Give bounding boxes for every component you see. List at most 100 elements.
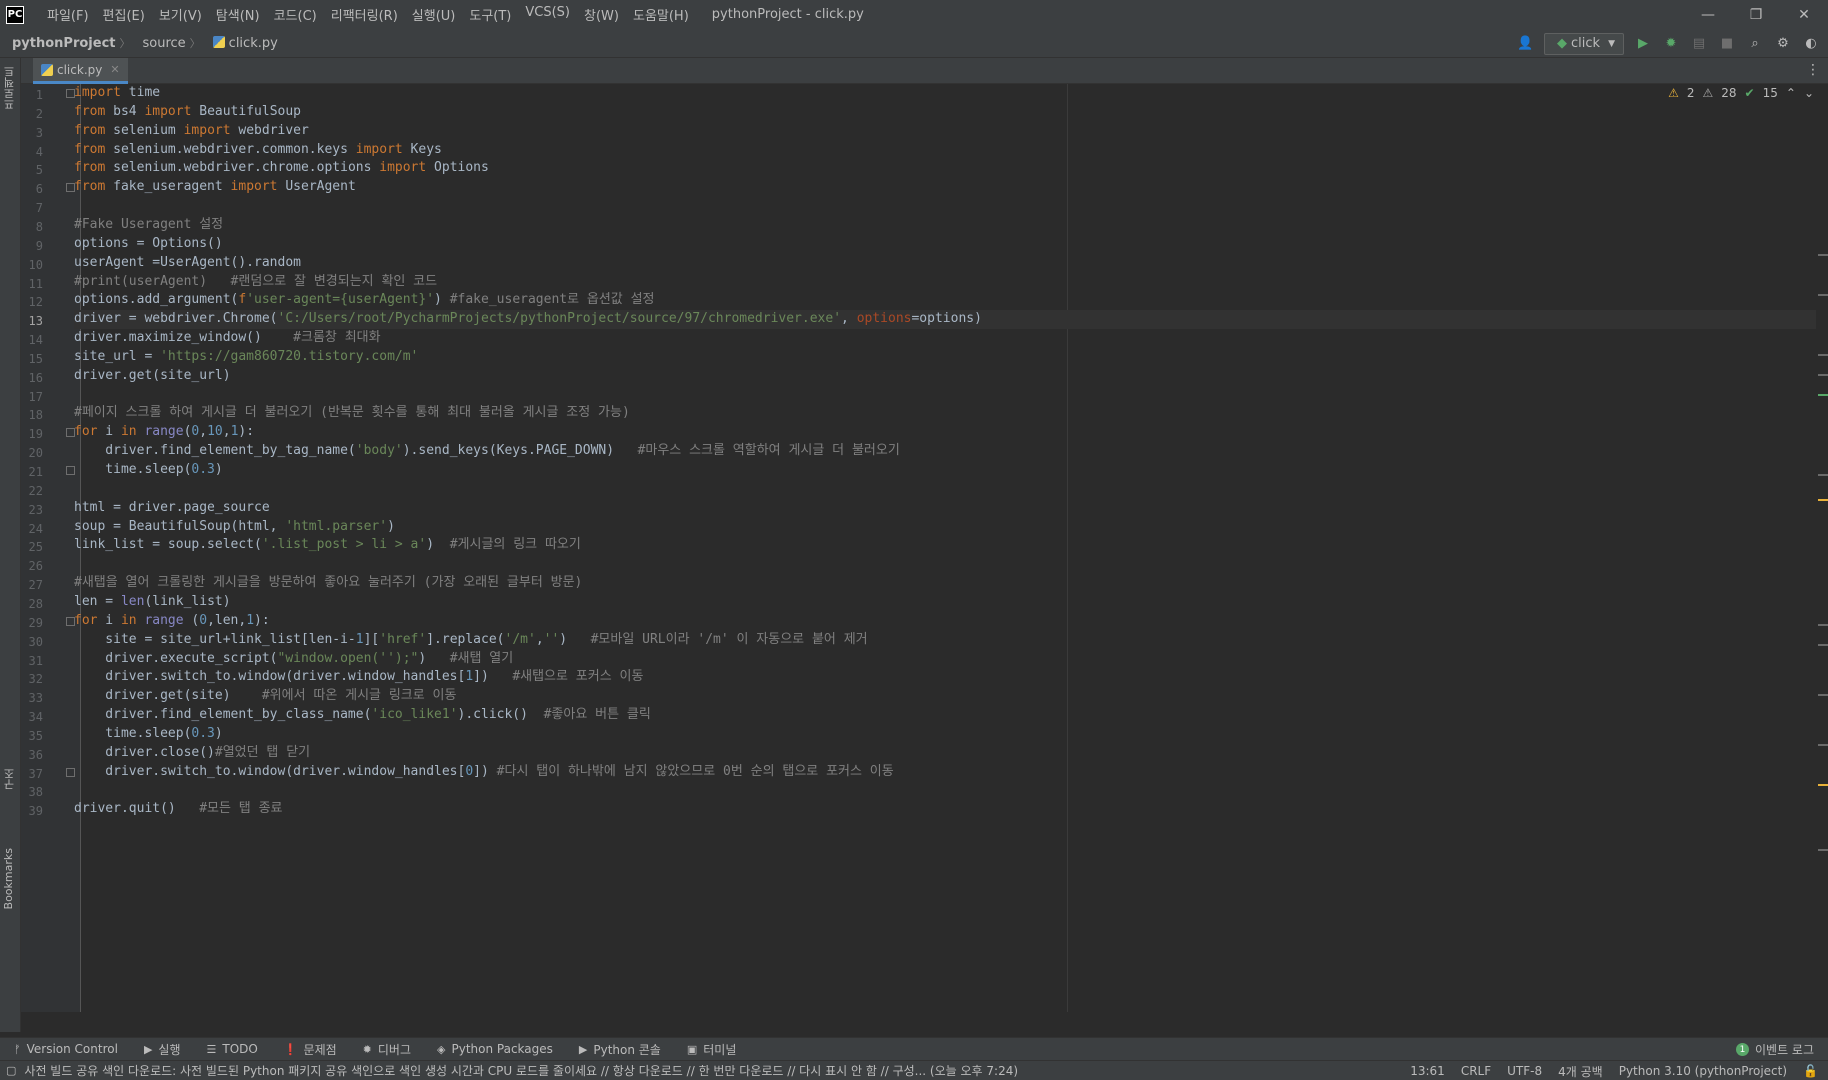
panel-toggle-icon[interactable]: ▢ (6, 1064, 16, 1077)
line-separator[interactable]: CRLF (1461, 1064, 1491, 1078)
code-line[interactable]: soup = BeautifulSoup(html, 'html.parser'… (74, 518, 1816, 537)
gear-icon[interactable]: ⚙ (1774, 35, 1792, 53)
coverage-icon[interactable]: ▤ (1690, 35, 1708, 53)
code-line[interactable] (74, 197, 1816, 216)
code-line[interactable]: from selenium.webdriver.common.keys impo… (74, 141, 1816, 160)
code-line[interactable]: for i in range (0,len,1): (74, 612, 1816, 631)
code-line[interactable]: driver.get(site) #위에서 따온 게시글 링크로 이동 (74, 687, 1816, 706)
run-icon[interactable]: ▶ (1634, 35, 1652, 53)
stripe-mark[interactable] (1818, 474, 1828, 476)
code-line[interactable]: options = Options() (74, 235, 1816, 254)
breadcrumb-folder[interactable]: source (131, 36, 186, 51)
stop-icon[interactable]: ■ (1718, 35, 1736, 53)
menu-file[interactable]: 파일(F) (40, 5, 96, 24)
status-message[interactable]: 사전 빌드 공유 색인 다운로드: 사전 빌드된 Python 패키지 공유 색… (24, 1062, 1424, 1079)
menu-refactor[interactable]: 리팩터링(R) (324, 5, 405, 24)
code-line[interactable] (74, 480, 1816, 499)
user-icon[interactable]: 👤 (1516, 35, 1534, 53)
debug-icon[interactable]: ✹ (1662, 35, 1680, 53)
code-line[interactable]: driver.switch_to.window(driver.window_ha… (74, 763, 1816, 782)
code-line[interactable] (74, 555, 1816, 574)
stripe-mark[interactable] (1818, 354, 1828, 356)
menu-run[interactable]: 실행(U) (405, 5, 463, 24)
code-line[interactable]: userAgent =UserAgent().random (74, 254, 1816, 273)
code-line[interactable]: driver = webdriver.Chrome('C:/Users/root… (74, 310, 1816, 330)
search-icon[interactable]: ⌕ (1746, 35, 1764, 53)
tool-python-console[interactable]: ▶ Python 콘솔 (565, 1041, 673, 1058)
code-line[interactable]: from bs4 import BeautifulSoup (74, 103, 1816, 122)
lock-icon[interactable]: 🔓 (1803, 1064, 1818, 1078)
stripe-mark[interactable] (1818, 394, 1828, 396)
code-line[interactable]: driver.get(site_url) (74, 367, 1816, 386)
code-line[interactable]: for i in range(0,10,1): (74, 423, 1816, 442)
indent-setting[interactable]: 4개 공백 (1558, 1063, 1603, 1080)
code-line[interactable]: from selenium import webdriver (74, 122, 1816, 141)
stripe-mark[interactable] (1818, 644, 1828, 646)
stripe-mark[interactable] (1818, 254, 1828, 256)
tool-debug[interactable]: ✹ 디버그 (349, 1041, 423, 1058)
code-line[interactable]: from fake_useragent import UserAgent (74, 178, 1816, 197)
run-config-dropdown[interactable]: ◆ click ▼ (1544, 32, 1624, 55)
chevron-up-icon[interactable]: ⌃ (1786, 86, 1796, 100)
caret-position[interactable]: 13:61 (1410, 1064, 1445, 1078)
stripe-mark[interactable] (1818, 849, 1828, 851)
event-log-button[interactable]: 1 이벤트 로그 (1735, 1038, 1814, 1061)
code-line[interactable]: time.sleep(0.3) (74, 725, 1816, 744)
code-line[interactable]: from selenium.webdriver.chrome.options i… (74, 159, 1816, 178)
code-line[interactable]: link_list = soup.select('.list_post > li… (74, 536, 1816, 555)
code-line[interactable]: options.add_argument(f'user-agent={userA… (74, 291, 1816, 310)
menu-edit[interactable]: 편집(E) (96, 5, 152, 24)
tool-problems[interactable]: ❗ 문제점 (270, 1041, 349, 1058)
menu-vcs[interactable]: VCS(S) (518, 5, 577, 24)
bookmarks-tool-button[interactable]: Bookmarks (2, 848, 15, 909)
code-line[interactable]: #새탭을 열어 크롤링한 게시글을 방문하여 좋아요 눌러주기 (가장 오래된 … (74, 574, 1816, 593)
tool-run[interactable]: ▶ 실행 (130, 1041, 193, 1058)
stripe-mark[interactable] (1818, 744, 1828, 746)
close-icon[interactable]: ✕ (1780, 0, 1828, 29)
menu-window[interactable]: 창(W) (577, 5, 626, 24)
code-line[interactable]: driver.close()#열었던 탭 닫기 (74, 744, 1816, 763)
code-line[interactable]: driver.find_element_by_class_name('ico_l… (74, 706, 1816, 725)
project-tool-button[interactable]: 프로젝트 (2, 66, 18, 110)
code-line[interactable]: len = len(link_list) (74, 593, 1816, 612)
code-line[interactable]: html = driver.page_source (74, 499, 1816, 518)
code-line[interactable]: site_url = 'https://gam860720.tistory.co… (74, 348, 1816, 367)
close-tab-icon[interactable]: ✕ (110, 63, 119, 76)
tool-version-control[interactable]: ᚠ Version Control (0, 1042, 130, 1056)
code-line[interactable]: driver.find_element_by_tag_name('body').… (74, 442, 1816, 461)
breadcrumb-project[interactable]: pythonProject (0, 36, 116, 51)
tool-python-packages[interactable]: ◈ Python Packages (423, 1042, 565, 1056)
stripe-mark[interactable] (1818, 374, 1828, 376)
code-editor[interactable]: 1 2 3 4 5 6 7 8 9 10 11 12 13 14 15 16 17 18 19 20 21 22 23 24 2… (21, 84, 1828, 1012)
code-line[interactable]: time.sleep(0.3) (74, 461, 1816, 480)
code-line[interactable]: driver.execute_script("window.open('');"… (74, 650, 1816, 669)
structure-tool-button[interactable]: 구조 (2, 768, 18, 790)
restore-icon[interactable]: ❐ (1732, 0, 1780, 29)
file-encoding[interactable]: UTF-8 (1507, 1064, 1542, 1078)
stripe-mark[interactable] (1818, 784, 1828, 786)
code-line[interactable]: #페이지 스크롤 하여 게시글 더 불러오기 (반복문 횟수를 통해 최대 불러… (74, 404, 1816, 423)
code-line[interactable]: driver.switch_to.window(driver.window_ha… (74, 668, 1816, 687)
inspection-widget[interactable]: ⚠ 2 ⚠ 28 ✔ 15 ⌃ ⌄ (1668, 86, 1814, 100)
python-interpreter[interactable]: Python 3.10 (pythonProject) (1619, 1064, 1787, 1078)
tab-click-py[interactable]: click.py ✕ (33, 58, 128, 84)
tool-terminal[interactable]: ▣ 터미널 (673, 1041, 749, 1058)
code-line[interactable]: import time (74, 84, 1816, 103)
code-line[interactable]: driver.quit() #모든 탭 종료 (74, 800, 1816, 819)
stripe-mark[interactable] (1818, 499, 1828, 501)
more-vertical-icon[interactable]: ⋮ (1806, 62, 1820, 78)
menu-view[interactable]: 보기(V) (152, 5, 209, 24)
chevron-down-icon[interactable]: ⌄ (1804, 86, 1814, 100)
error-stripe[interactable] (1816, 84, 1828, 1012)
code-line[interactable]: #print(userAgent) #랜덤으로 잘 변경되는지 확인 코드 (74, 273, 1816, 292)
menu-code[interactable]: 코드(C) (267, 5, 324, 24)
menu-tools[interactable]: 도구(T) (462, 5, 518, 24)
minimize-icon[interactable]: — (1684, 0, 1732, 29)
menu-help[interactable]: 도움말(H) (626, 5, 696, 24)
menu-navigate[interactable]: 탐색(N) (209, 5, 267, 24)
stripe-mark[interactable] (1818, 624, 1828, 626)
stripe-mark[interactable] (1818, 294, 1828, 296)
code-line[interactable]: #Fake Useragent 설정 (74, 216, 1816, 235)
jetbrains-icon[interactable]: ◐ (1802, 35, 1820, 53)
code-line[interactable] (74, 386, 1816, 405)
